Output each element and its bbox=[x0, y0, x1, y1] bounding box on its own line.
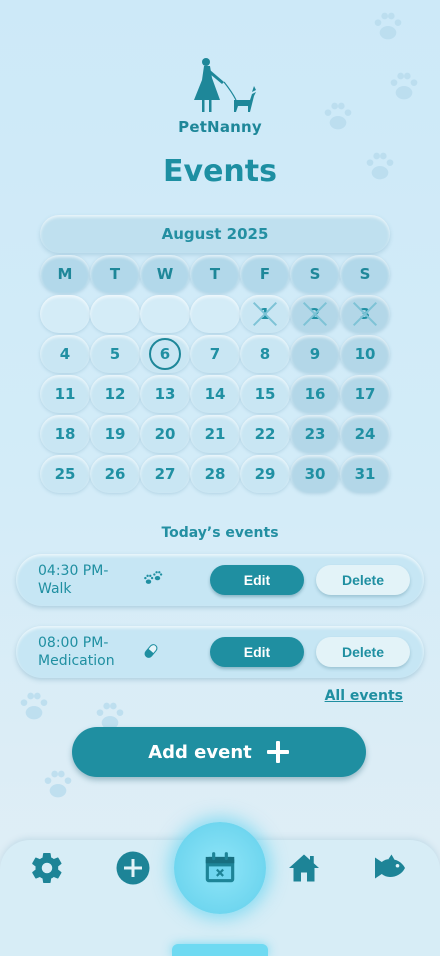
calendar-day[interactable]: 10 bbox=[340, 335, 390, 373]
weekday-header: T bbox=[190, 255, 240, 293]
calendar-day[interactable]: 9 bbox=[290, 335, 340, 373]
calendar-day-today[interactable]: 6 bbox=[140, 335, 190, 373]
calendar-day[interactable]: 31 bbox=[340, 455, 390, 493]
calendar-day[interactable]: 24 bbox=[340, 415, 390, 453]
event-name: Medication bbox=[38, 653, 115, 669]
calendar-empty-cell bbox=[40, 295, 90, 333]
calendar-day-past[interactable]: 2 bbox=[290, 295, 340, 333]
calendar-day[interactable]: 4 bbox=[40, 335, 90, 373]
add-event-button[interactable]: Add event bbox=[72, 727, 366, 777]
calendar-day[interactable]: 17 bbox=[340, 375, 390, 413]
delete-event-button[interactable]: Delete bbox=[316, 637, 410, 667]
calendar-month-label: August 2025 bbox=[40, 215, 390, 253]
calendar-day[interactable]: 22 bbox=[240, 415, 290, 453]
calendar-day[interactable]: 15 bbox=[240, 375, 290, 413]
all-events-link[interactable]: All events bbox=[325, 688, 403, 704]
calendar-day[interactable]: 16 bbox=[290, 375, 340, 413]
calendar-day-past[interactable]: 1 bbox=[240, 295, 290, 333]
calendar-day-past[interactable]: 3 bbox=[340, 295, 390, 333]
pill-icon bbox=[144, 644, 158, 658]
calendar-day[interactable]: 25 bbox=[40, 455, 90, 493]
calendar-empty-cell bbox=[140, 295, 190, 333]
brand-name: PetNanny bbox=[178, 118, 262, 136]
calendar-empty-cell bbox=[190, 295, 240, 333]
edit-event-button[interactable]: Edit bbox=[210, 637, 304, 667]
calendar-day[interactable]: 18 bbox=[40, 415, 90, 453]
calendar-day[interactable]: 5 bbox=[90, 335, 140, 373]
app-logo: PetNanny bbox=[0, 56, 440, 136]
calendar-day[interactable]: 11 bbox=[40, 375, 90, 413]
paw-print-decoration-icon bbox=[44, 770, 72, 798]
calendar-day[interactable]: 23 bbox=[290, 415, 340, 453]
calendar-day[interactable]: 26 bbox=[90, 455, 140, 493]
paw-print-decoration-icon bbox=[20, 692, 48, 720]
paw-icon bbox=[144, 571, 163, 584]
woman-walking-dog-logo-icon bbox=[194, 58, 256, 112]
calendar-grid: M T W T F S S 1 2 3 4 5 6 7 8 9 10 11 12… bbox=[40, 255, 390, 493]
calendar: August 2025 M T W T F S S 1 2 3 4 5 6 7 … bbox=[40, 215, 390, 493]
calendar-day[interactable]: 12 bbox=[90, 375, 140, 413]
calendar-day[interactable]: 30 bbox=[290, 455, 340, 493]
fish-icon[interactable] bbox=[372, 850, 408, 886]
settings-icon[interactable] bbox=[29, 850, 65, 886]
delete-event-button[interactable]: Delete bbox=[316, 565, 410, 595]
active-nav-indicator bbox=[172, 944, 268, 956]
calendar-day[interactable]: 7 bbox=[190, 335, 240, 373]
calendar-day[interactable]: 20 bbox=[140, 415, 190, 453]
weekday-header: F bbox=[240, 255, 290, 293]
add-circle-icon[interactable] bbox=[115, 850, 151, 886]
today-day-number: 6 bbox=[149, 338, 181, 370]
calendar-day[interactable]: 8 bbox=[240, 335, 290, 373]
weekday-header: T bbox=[90, 255, 140, 293]
weekday-header: S bbox=[340, 255, 390, 293]
event-time: 04:30 PM- bbox=[38, 563, 109, 579]
paw-print-decoration-icon bbox=[374, 12, 402, 40]
home-icon[interactable] bbox=[286, 850, 322, 886]
add-event-label: Add event bbox=[148, 741, 252, 763]
edit-event-button[interactable]: Edit bbox=[210, 565, 304, 595]
calendar-day[interactable]: 13 bbox=[140, 375, 190, 413]
calendar-day[interactable]: 19 bbox=[90, 415, 140, 453]
calendar-nav-button-active[interactable] bbox=[174, 822, 266, 914]
plus-icon bbox=[266, 741, 289, 763]
calendar-empty-cell bbox=[90, 295, 140, 333]
calendar-day[interactable]: 28 bbox=[190, 455, 240, 493]
event-time: 08:00 PM- bbox=[38, 635, 109, 651]
event-time-block: 04:30 PM- Walk bbox=[38, 562, 108, 598]
event-time-block: 08:00 PM- Medication bbox=[38, 634, 115, 670]
calendar-day[interactable]: 21 bbox=[190, 415, 240, 453]
event-name: Walk bbox=[38, 581, 72, 597]
calendar-day[interactable]: 29 bbox=[240, 455, 290, 493]
calendar-day[interactable]: 27 bbox=[140, 455, 190, 493]
page-title: Events bbox=[163, 154, 277, 189]
todays-events-title: Today’s events bbox=[161, 525, 279, 541]
calendar-icon bbox=[205, 852, 235, 883]
weekday-header: W bbox=[140, 255, 190, 293]
event-card: 08:00 PM- Medication Edit Delete bbox=[16, 626, 424, 678]
weekday-header: M bbox=[40, 255, 90, 293]
event-card: 04:30 PM- Walk Edit Delete bbox=[16, 554, 424, 606]
calendar-day[interactable]: 14 bbox=[190, 375, 240, 413]
weekday-header: S bbox=[290, 255, 340, 293]
